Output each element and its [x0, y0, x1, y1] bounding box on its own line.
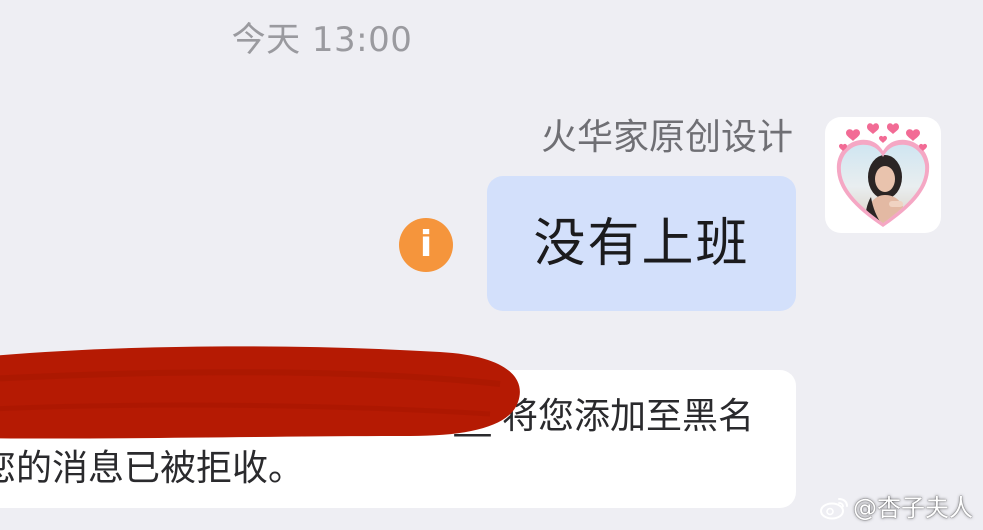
system-notice-card: _I4884074__ 将您添加至黑名 您的消息已被拒收。 — [0, 370, 796, 508]
message-bubble[interactable]: 没有上班 — [487, 176, 796, 311]
message-failed-info-icon[interactable]: i — [399, 218, 453, 272]
weibo-icon — [820, 498, 848, 520]
weibo-watermark: @杏子夫人 — [819, 494, 973, 522]
avatar[interactable] — [825, 117, 941, 233]
status-icon-glyph: i — [419, 224, 433, 265]
avatar-heart-portrait-icon — [836, 123, 930, 227]
watermark-text: @杏子夫人 — [853, 494, 973, 522]
system-notice-line-2: 您的消息已被拒收。 — [0, 448, 305, 489]
chat-timestamp: 今天 13:00 — [231, 20, 413, 60]
sender-name: 火华家原创设计 — [540, 117, 793, 158]
message-text: 没有上班 — [533, 213, 750, 274]
system-notice-line-1: _I4884074__ 将您添加至黑名 — [265, 396, 754, 437]
